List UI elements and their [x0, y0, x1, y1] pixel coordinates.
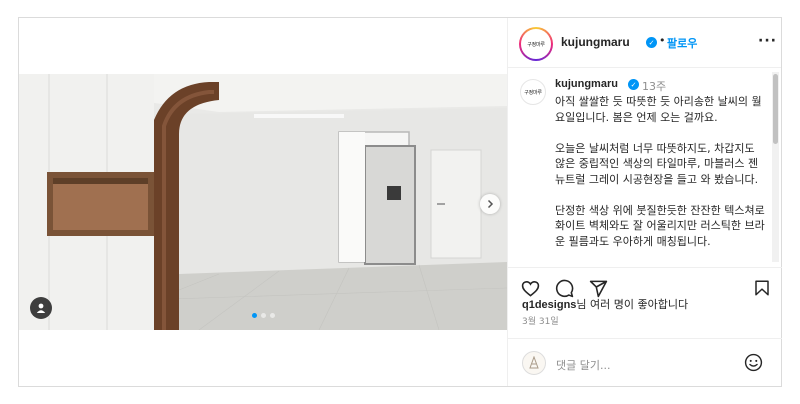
caption-username[interactable]: kujungmaru	[555, 78, 618, 90]
post-date[interactable]: 3월 31일	[522, 314, 559, 327]
profile-avatar[interactable]: 구정마루	[519, 27, 553, 61]
caption-paragraph: 단정한 색상 위에 붓질한듯한 잔잔한 텍스쳐로 화이트 벽체와도 잘 어울리지…	[555, 203, 765, 248]
follow-button[interactable]: 팔로우	[667, 35, 697, 51]
user-tag-button[interactable]	[30, 297, 52, 319]
heart-icon	[521, 280, 539, 297]
likes-suffix: 님 여러 명이 좋아합니다	[576, 298, 689, 311]
post-side-panel: 구정마루 kujungmaru ✓ • 팔로우 ··· 구정마루 kujungm…	[507, 18, 782, 386]
header-separator: •	[659, 34, 666, 47]
chevron-right-icon	[487, 199, 494, 209]
avatar-logo-text: 구정마루	[527, 41, 545, 48]
likes-summary[interactable]: q1designs님 여러 명이 좋아합니다	[522, 296, 688, 312]
carousel-dot	[270, 313, 275, 318]
caption-time[interactable]: 13주	[642, 78, 666, 94]
user-tag-icon	[36, 303, 46, 313]
avatar-emblem-icon	[529, 356, 539, 369]
caption-avatar[interactable]: 구정마루	[520, 79, 546, 105]
instagram-post-card: 구정마루 kujungmaru ✓ • 팔로우 ··· 구정마루 kujungm…	[18, 17, 782, 387]
post-media	[19, 18, 507, 386]
carousel-dots	[252, 313, 275, 318]
verified-badge-icon: ✓	[628, 79, 639, 90]
post-header: 구정마루 kujungmaru ✓ • 팔로우 ···	[508, 18, 781, 68]
likes-username[interactable]: q1designs	[522, 299, 576, 311]
scrollbar-thumb[interactable]	[773, 74, 778, 144]
interior-photo	[19, 74, 507, 330]
like-button[interactable]	[520, 278, 540, 298]
current-user-avatar	[522, 351, 546, 375]
comment-button[interactable]	[554, 278, 574, 298]
post-photo[interactable]	[19, 74, 507, 330]
paper-plane-icon	[589, 280, 607, 297]
avatar-logo-text: 구정마루	[524, 89, 542, 96]
avatar-image: 구정마루	[521, 29, 551, 59]
caption-paragraph: 오늘은 날씨처럼 너무 따뜻하지도, 차갑지도 않은 중립적인 색상의 타일마루…	[555, 141, 759, 186]
carousel-next-button[interactable]	[480, 194, 500, 214]
carousel-dot	[261, 313, 266, 318]
caption-area: 구정마루 kujungmaru ✓ 13주 아직 쌀쌀한 듯 따뜻한 듯 아리송…	[508, 69, 782, 266]
action-bar	[508, 267, 782, 297]
comment-icon	[555, 279, 573, 297]
header-username[interactable]: kujungmaru	[561, 35, 630, 49]
verified-badge-icon: ✓	[646, 37, 657, 48]
comment-bar: 댓글 달기...	[508, 338, 782, 386]
smiley-icon[interactable]	[744, 353, 763, 372]
save-button[interactable]	[752, 278, 772, 298]
caption-scrollbar[interactable]	[772, 72, 779, 262]
bookmark-icon	[755, 280, 769, 296]
share-button[interactable]	[588, 278, 608, 298]
carousel-dot	[252, 313, 257, 318]
more-options-button[interactable]: ···	[758, 33, 777, 49]
comment-input[interactable]: 댓글 달기...	[556, 357, 610, 373]
caption-text: 아직 쌀쌀한 듯 따뜻한 듯 아리송한 날씨의 월요일입니다. 봄은 언제 오는…	[555, 94, 767, 265]
caption-paragraph: 아직 쌀쌀한 듯 따뜻한 듯 아리송한 날씨의 월요일입니다. 봄은 언제 오는…	[555, 95, 762, 124]
